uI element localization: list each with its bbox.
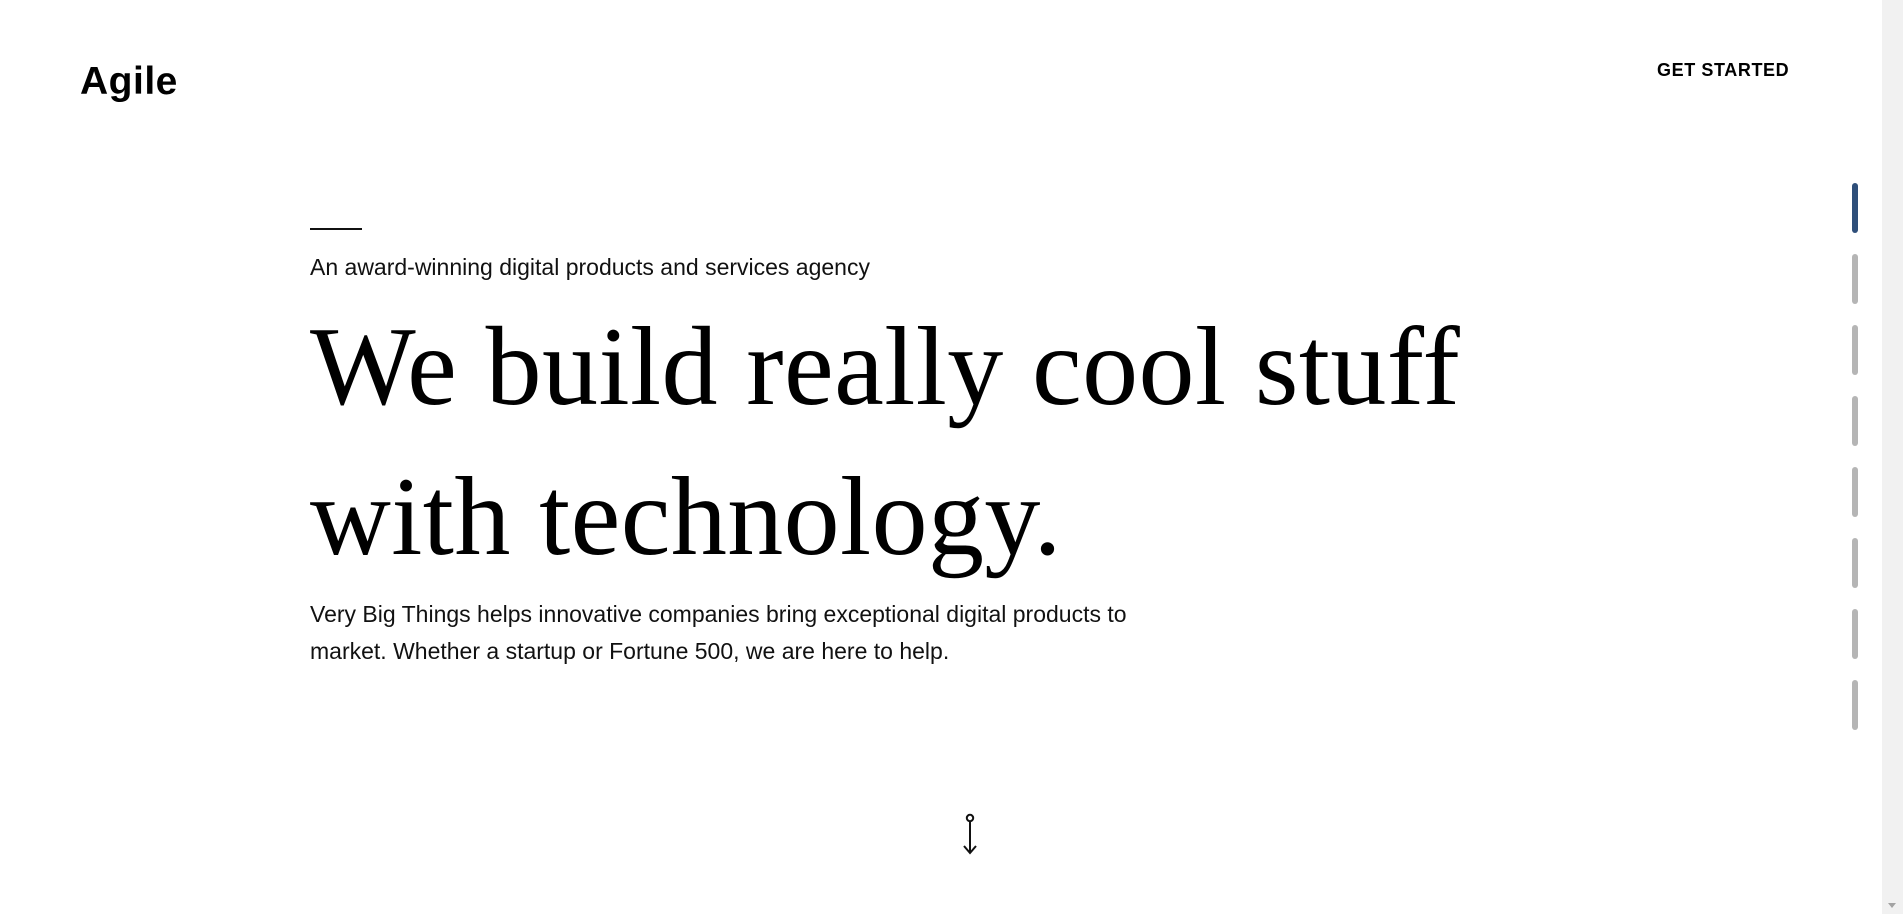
- section-nav-item-3[interactable]: [1852, 325, 1858, 375]
- scroll-down-button[interactable]: [960, 813, 980, 857]
- hero-headline-line-2: with technology.: [310, 455, 1062, 579]
- hero-headline: We build really cool stuff with technolo…: [310, 292, 1610, 592]
- logo[interactable]: Agile: [80, 60, 178, 104]
- page: Agile GET STARTED An award-winning digit…: [0, 0, 1903, 914]
- hero-eyebrow: An award-winning digital products and se…: [310, 254, 870, 280]
- scrollbar-down-arrow-icon[interactable]: [1888, 903, 1896, 908]
- section-nav-item-6[interactable]: [1852, 538, 1858, 588]
- section-nav-item-4[interactable]: [1852, 396, 1858, 446]
- section-nav-item-2[interactable]: [1852, 254, 1858, 304]
- section-nav-item-8[interactable]: [1852, 680, 1858, 730]
- hero-section: An award-winning digital products and se…: [310, 228, 1610, 670]
- section-nav: [1852, 183, 1864, 751]
- hero-divider: [310, 228, 362, 230]
- scroll-down-arrow-icon: [963, 813, 977, 855]
- hero-intro: Very Big Things helps innovative compani…: [310, 601, 1127, 664]
- page-scrollbar[interactable]: [1882, 0, 1903, 914]
- section-nav-item-5[interactable]: [1852, 467, 1858, 517]
- hero-headline-line-1: We build really cool stuff: [310, 305, 1461, 429]
- section-nav-item-7[interactable]: [1852, 609, 1858, 659]
- get-started-link[interactable]: GET STARTED: [1657, 60, 1789, 81]
- section-nav-item-1[interactable]: [1852, 183, 1858, 233]
